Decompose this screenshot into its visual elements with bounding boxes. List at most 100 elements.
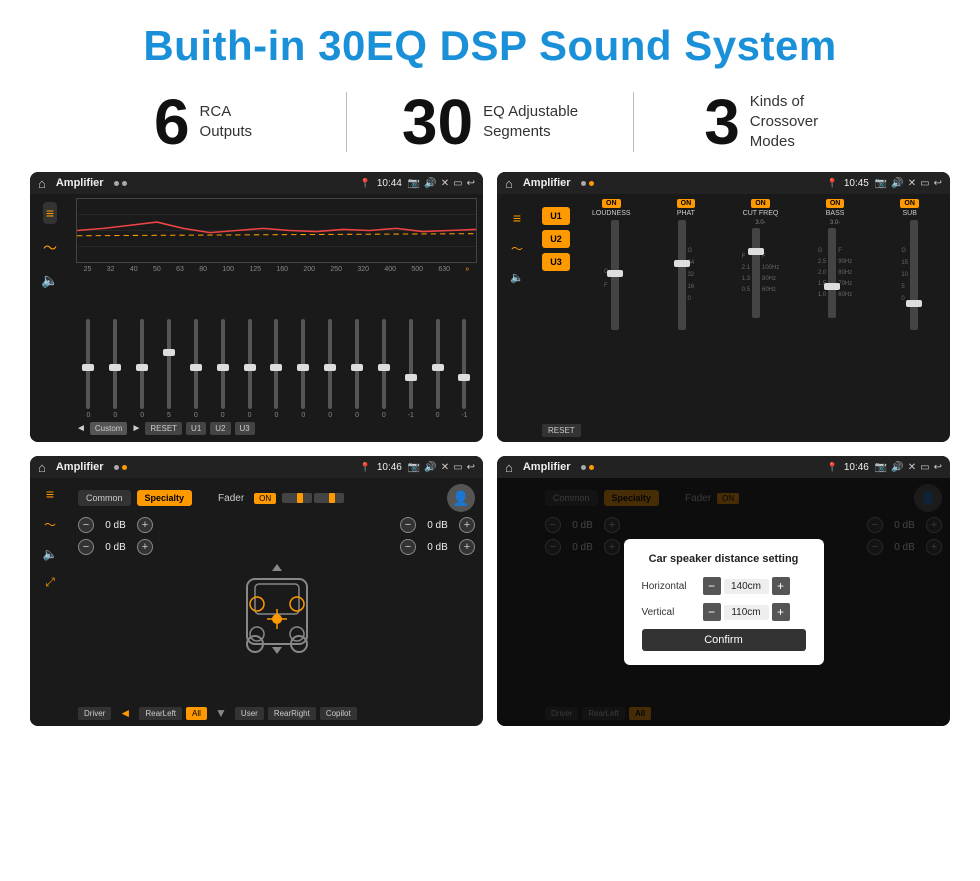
wave-sidebar-icon-3[interactable]: 〜 (44, 516, 56, 533)
preset-u1[interactable]: U1 (542, 207, 570, 225)
fader-on-badge[interactable]: ON (254, 493, 276, 504)
wave-sidebar-icon-2[interactable]: 〜 (511, 240, 523, 257)
eq-sidebar-icon-3[interactable]: ≡ (46, 486, 54, 502)
back-icon-3[interactable]: ↩ (467, 462, 475, 473)
slider-thumb-1[interactable] (109, 364, 121, 371)
left-arrow-btn[interactable]: ◄ (115, 706, 135, 720)
slider-track-11[interactable] (382, 319, 386, 409)
back-icon-1[interactable]: ↩ (467, 178, 475, 189)
reset-btn[interactable]: RESET (145, 422, 182, 435)
fader-mini-thumb-2[interactable] (329, 493, 335, 503)
dialog-vertical-plus[interactable]: + (772, 603, 790, 621)
amp2-reset-btn[interactable]: RESET (542, 424, 581, 437)
back-icon-2[interactable]: ↩ (934, 178, 942, 189)
slider-thumb-3[interactable] (163, 349, 175, 356)
slider-thumb-10[interactable] (351, 364, 363, 371)
loudness-on[interactable]: ON (602, 199, 621, 208)
db-minus-4[interactable]: − (400, 539, 416, 555)
sub-on[interactable]: ON (900, 199, 919, 208)
slider-thumb-8[interactable] (297, 364, 309, 371)
rearleft-btn[interactable]: RearLeft (139, 707, 182, 720)
phat-thumb[interactable] (674, 260, 690, 267)
slider-track-13[interactable] (436, 319, 440, 409)
custom-btn[interactable]: Custom (90, 422, 128, 435)
copilot-btn[interactable]: Copilot (320, 707, 357, 720)
prev-arrow[interactable]: ◄ (76, 423, 86, 434)
sub-track[interactable] (910, 220, 918, 330)
slider-thumb-7[interactable] (270, 364, 282, 371)
slider-thumb-14[interactable] (458, 374, 470, 381)
more-arrow[interactable]: » (465, 266, 469, 273)
dialog-vertical-minus[interactable]: − (703, 603, 721, 621)
slider-thumb-13[interactable] (432, 364, 444, 371)
db-plus-1[interactable]: + (137, 517, 153, 533)
loudness-thumb[interactable] (607, 270, 623, 277)
sub-thumb[interactable] (906, 300, 922, 307)
slider-track-12[interactable] (409, 319, 413, 409)
u1-btn[interactable]: U1 (186, 422, 206, 435)
back-icon-4[interactable]: ↩ (934, 462, 942, 473)
slider-thumb-12[interactable] (405, 374, 417, 381)
slider-thumb-6[interactable] (244, 364, 256, 371)
slider-thumb-11[interactable] (378, 364, 390, 371)
phat-on[interactable]: ON (677, 199, 696, 208)
db-minus-1[interactable]: − (78, 517, 94, 533)
confirm-button[interactable]: Confirm (642, 629, 806, 651)
cutfreq-on[interactable]: ON (751, 199, 770, 208)
slider-thumb-9[interactable] (324, 364, 336, 371)
down-arrow-btn[interactable]: ▼ (211, 706, 231, 720)
driver-btn[interactable]: Driver (78, 707, 111, 720)
db-plus-3[interactable]: + (459, 517, 475, 533)
eq-icon[interactable]: ≡ (43, 202, 57, 224)
slider-track-3[interactable] (167, 319, 171, 409)
vol-sidebar-icon-2[interactable]: 🔈 (510, 271, 524, 284)
slider-thumb-2[interactable] (136, 364, 148, 371)
slider-thumb-4[interactable] (190, 364, 202, 371)
common-tab[interactable]: Common (78, 490, 131, 506)
slider-track-8[interactable] (301, 319, 305, 409)
rearright-btn[interactable]: RearRight (268, 707, 316, 720)
db-plus-2[interactable]: + (137, 539, 153, 555)
db-plus-4[interactable]: + (459, 539, 475, 555)
cutfreq-track[interactable] (752, 228, 760, 318)
bass-on[interactable]: ON (826, 199, 845, 208)
slider-track-7[interactable] (274, 319, 278, 409)
user-btn[interactable]: User (235, 707, 264, 720)
arrows-icon-3[interactable]: ⤢ (45, 575, 55, 590)
slider-track-0[interactable] (86, 319, 90, 409)
cutfreq-thumb[interactable] (748, 248, 764, 255)
phat-track[interactable] (678, 220, 686, 330)
slider-track-9[interactable] (328, 319, 332, 409)
dialog-horizontal-minus[interactable]: − (703, 577, 721, 595)
loudness-track[interactable] (611, 220, 619, 330)
slider-track-4[interactable] (194, 319, 198, 409)
specialty-tab[interactable]: Specialty (137, 490, 193, 506)
bass-thumb[interactable] (824, 283, 840, 290)
u3-btn[interactable]: U3 (235, 422, 255, 435)
channel-loudness: ON LOUDNESS G F (576, 199, 647, 330)
slider-track-14[interactable] (462, 319, 466, 409)
preset-u3[interactable]: U3 (542, 253, 570, 271)
next-arrow[interactable]: ► (131, 423, 141, 434)
slider-thumb-5[interactable] (217, 364, 229, 371)
volume-sidebar-icon[interactable]: 🔈 (41, 272, 58, 289)
slider-track-1[interactable] (113, 319, 117, 409)
all-btn[interactable]: All (186, 707, 207, 720)
db-minus-2[interactable]: − (78, 539, 94, 555)
u2-btn[interactable]: U2 (210, 422, 230, 435)
wave-icon[interactable]: 〜 (43, 238, 57, 258)
fader-slider-mini[interactable] (282, 493, 344, 503)
slider-track-2[interactable] (140, 319, 144, 409)
bass-track[interactable] (828, 228, 836, 318)
avatar-icon[interactable]: 👤 (447, 484, 475, 512)
slider-track-10[interactable] (355, 319, 359, 409)
slider-track-6[interactable] (248, 319, 252, 409)
vol-sidebar-icon-3[interactable]: 🔈 (43, 547, 58, 561)
preset-u2[interactable]: U2 (542, 230, 570, 248)
dialog-horizontal-plus[interactable]: + (772, 577, 790, 595)
eq-sidebar-icon-2[interactable]: ≡ (513, 210, 521, 226)
slider-thumb-0[interactable] (82, 364, 94, 371)
slider-track-5[interactable] (221, 319, 225, 409)
fader-mini-thumb[interactable] (297, 493, 303, 503)
db-minus-3[interactable]: − (400, 517, 416, 533)
